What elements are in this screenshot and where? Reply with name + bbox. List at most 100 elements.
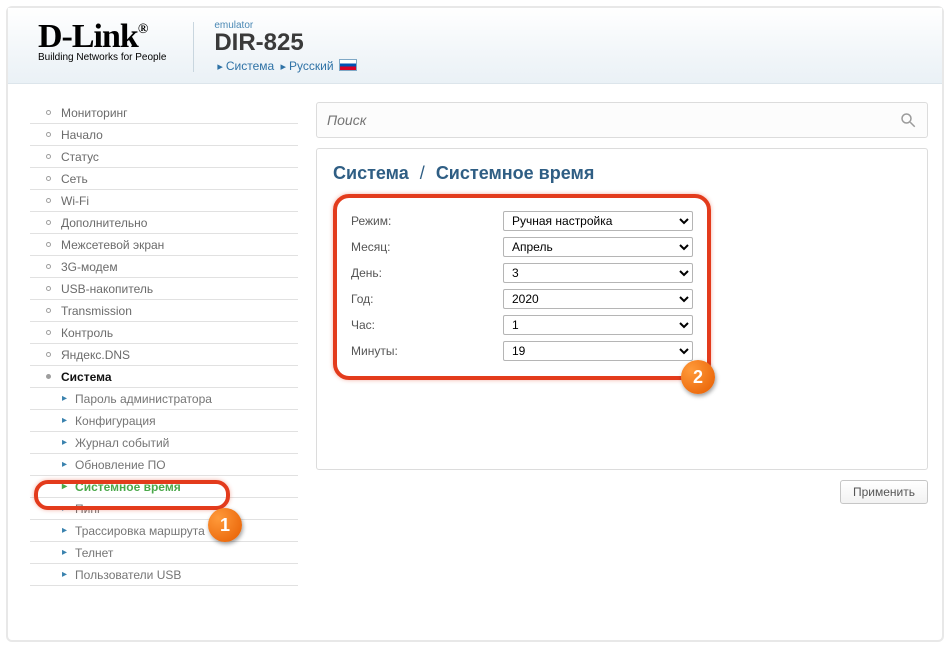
- label-hour: Час:: [351, 318, 503, 332]
- row-min: Минуты: 19: [351, 338, 693, 364]
- row-month: Месяц: Апрель: [351, 234, 693, 260]
- sidebar-item-system[interactable]: Система: [30, 366, 298, 388]
- apply-row: Применить: [316, 480, 928, 504]
- sidebar-label: 3G-модем: [61, 260, 118, 274]
- label-month: Месяц:: [351, 240, 503, 254]
- bullet-icon: [46, 308, 51, 313]
- sub-item-usb-users[interactable]: ▸Пользователи USB: [30, 564, 298, 586]
- sub-item-admin-pass[interactable]: ▸ Пароль администратора: [30, 388, 298, 410]
- sub-label: Пользователи USB: [75, 568, 181, 582]
- crumb-lang[interactable]: Русский: [289, 59, 334, 73]
- sidebar-item-start[interactable]: Начало: [30, 124, 298, 146]
- select-month[interactable]: Апрель: [503, 237, 693, 257]
- sidebar-item-monitoring[interactable]: Мониторинг: [30, 102, 298, 124]
- bullet-icon: [46, 132, 51, 137]
- tagline: Building Networks for People: [38, 52, 166, 63]
- row-hour: Час: 1: [351, 312, 693, 338]
- settings-highlight: Режим: Ручная настройка Месяц: Апрель Де…: [333, 194, 711, 380]
- sidebar-label: Сеть: [61, 172, 88, 186]
- chevron-right-icon: ▸: [62, 547, 67, 558]
- sidebar-item-advanced[interactable]: Дополнительно: [30, 212, 298, 234]
- sidebar-item-transmission[interactable]: Transmission: [30, 300, 298, 322]
- sidebar-item-control[interactable]: Контроль: [30, 322, 298, 344]
- sidebar-label: USB-накопитель: [61, 282, 153, 296]
- page-title: Система / Системное время: [333, 163, 911, 184]
- select-hour[interactable]: 1: [503, 315, 693, 335]
- crumb-system[interactable]: Система: [226, 59, 274, 73]
- sub-item-telnet[interactable]: ▸ Телнет: [30, 542, 298, 564]
- bullet-icon: [46, 154, 51, 159]
- bullet-icon: [46, 330, 51, 335]
- sidebar-label: Статус: [61, 150, 99, 164]
- search-bar[interactable]: [316, 102, 928, 138]
- sub-label: Конфигурация: [75, 414, 156, 428]
- sidebar-label: Яндекс.DNS: [61, 348, 130, 362]
- sidebar-label: Дополнительно: [61, 216, 147, 230]
- sidebar-label: Начало: [61, 128, 103, 142]
- brand-name: D-Link: [38, 18, 138, 55]
- select-min[interactable]: 19: [503, 341, 693, 361]
- header: D-Link® Building Networks for People emu…: [8, 8, 942, 84]
- chevron-right-icon: ▸: [62, 481, 67, 492]
- search-icon: [899, 111, 917, 129]
- sidebar: Мониторинг Начало Статус Сеть Wi-Fi Допо…: [30, 102, 298, 630]
- sub-item-ping[interactable]: ▸Пинг: [30, 498, 298, 520]
- flag-icon-ru: [339, 59, 357, 71]
- main: Система / Системное время Режим: Ручная …: [316, 102, 928, 630]
- bullet-icon: [46, 176, 51, 181]
- sidebar-item-usb[interactable]: USB-накопитель: [30, 278, 298, 300]
- chevron-right-icon: ▸: [62, 459, 67, 470]
- label-mode: Режим:: [351, 214, 503, 228]
- bullet-icon: [46, 220, 51, 225]
- sidebar-label: Wi-Fi: [61, 194, 89, 208]
- bullet-icon: [46, 198, 51, 203]
- sub-label: Обновление ПО: [75, 458, 166, 472]
- bullet-icon: [46, 374, 51, 379]
- sidebar-item-wifi[interactable]: Wi-Fi: [30, 190, 298, 212]
- sub-item-config[interactable]: ▸ Конфигурация: [30, 410, 298, 432]
- title-sep: /: [420, 163, 425, 183]
- chevron-right-icon: ▸: [281, 61, 287, 73]
- row-year: Год: 2020: [351, 286, 693, 312]
- sub-label: Пароль администратора: [75, 392, 212, 406]
- apply-button[interactable]: Применить: [840, 480, 928, 504]
- header-divider: [193, 22, 194, 72]
- chevron-right-icon: ▸: [62, 437, 67, 448]
- sub-item-traceroute[interactable]: ▸Трассировка маршрута: [30, 520, 298, 542]
- label-min: Минуты:: [351, 344, 503, 358]
- sub-item-system-time[interactable]: ▸ Системное время: [30, 476, 298, 498]
- sidebar-label: Межсетевой экран: [61, 238, 164, 252]
- sub-item-log[interactable]: ▸Журнал событий: [30, 432, 298, 454]
- sidebar-item-yandexdns[interactable]: Яндекс.DNS: [30, 344, 298, 366]
- sub-label: Трассировка маршрута: [75, 524, 205, 538]
- sidebar-item-firewall[interactable]: Межсетевой экран: [30, 234, 298, 256]
- search-input[interactable]: [327, 112, 899, 128]
- label-year: Год:: [351, 292, 503, 306]
- bullet-icon: [46, 352, 51, 357]
- content-panel: Система / Системное время Режим: Ручная …: [316, 148, 928, 470]
- row-day: День: 3: [351, 260, 693, 286]
- sidebar-label: Transmission: [61, 304, 132, 318]
- bullet-icon: [46, 286, 51, 291]
- select-year[interactable]: 2020: [503, 289, 693, 309]
- select-mode[interactable]: Ручная настройка: [503, 211, 693, 231]
- model-name: DIR-825: [214, 31, 357, 55]
- chevron-right-icon: ▸: [62, 415, 67, 426]
- bullet-icon: [46, 242, 51, 247]
- row-mode: Режим: Ручная настройка: [351, 208, 693, 234]
- sidebar-item-3g[interactable]: 3G-модем: [30, 256, 298, 278]
- select-day[interactable]: 3: [503, 263, 693, 283]
- sidebar-item-status[interactable]: Статус: [30, 146, 298, 168]
- sub-label: Телнет: [75, 546, 113, 560]
- sidebar-item-network[interactable]: Сеть: [30, 168, 298, 190]
- sidebar-label: Мониторинг: [61, 106, 128, 120]
- callout-2: 2: [681, 360, 715, 394]
- sub-item-firmware[interactable]: ▸ Обновление ПО: [30, 454, 298, 476]
- bullet-icon: [46, 264, 51, 269]
- chevron-right-icon: ▸: [217, 61, 223, 73]
- chevron-right-icon: ▸: [62, 393, 67, 404]
- chevron-right-icon: ▸: [62, 503, 67, 514]
- label-day: День:: [351, 266, 503, 280]
- sidebar-label: Система: [61, 370, 112, 384]
- sub-label: Системное время: [75, 480, 181, 494]
